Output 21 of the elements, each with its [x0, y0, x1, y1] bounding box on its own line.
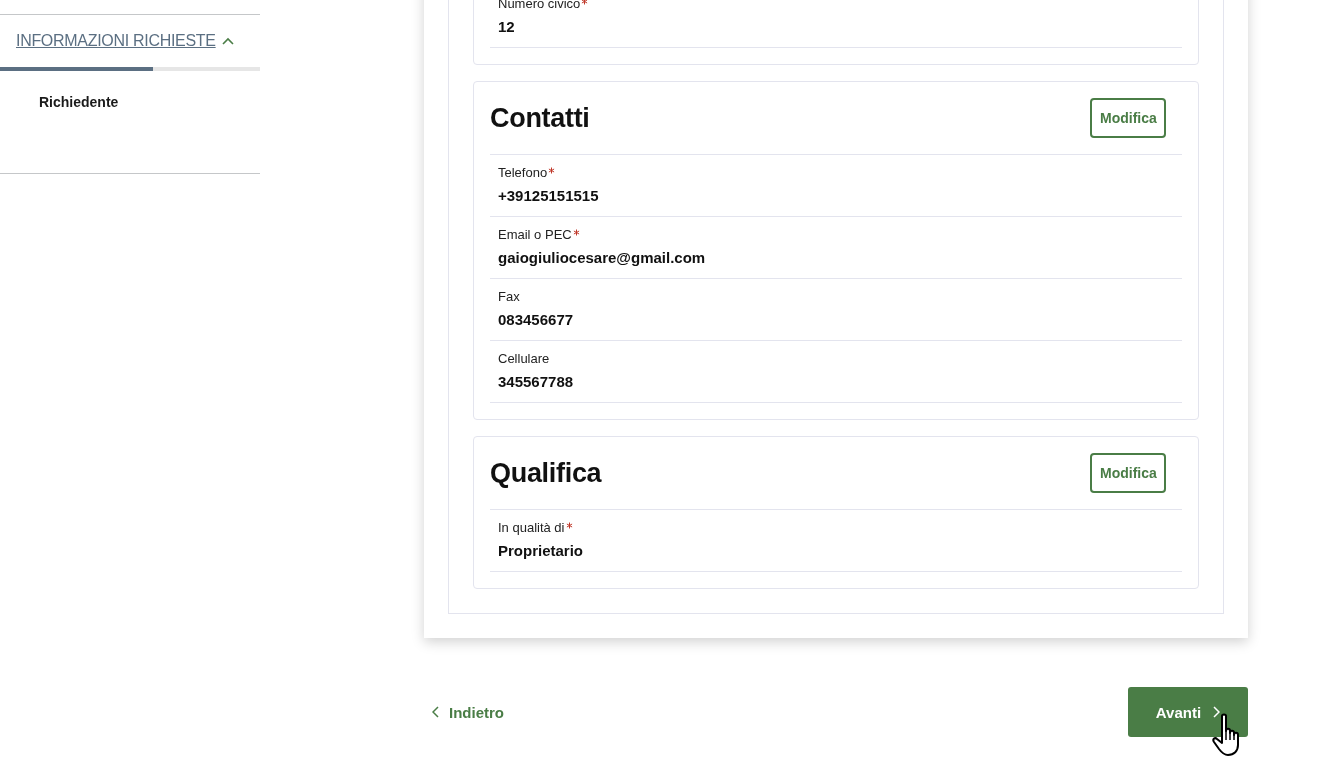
field-label: Cellulare — [498, 351, 550, 366]
section-title: Qualifica — [490, 457, 602, 489]
field-value: 345567788 — [498, 373, 575, 392]
field-label: In qualità di — [498, 520, 565, 535]
field-value: Proprietario — [498, 542, 585, 561]
edit-button[interactable]: Modifica — [1090, 98, 1166, 138]
edit-button[interactable]: Modifica — [1090, 453, 1166, 493]
back-button[interactable]: Indietro — [424, 703, 504, 721]
section-title: Contatti — [490, 102, 590, 134]
field-value: 083456677 — [498, 311, 575, 330]
field-value: +39125151515 — [498, 187, 600, 206]
field-label: Email o PEC — [498, 227, 572, 242]
section-link[interactable]: INFORMAZIONI RICHIESTE — [16, 32, 216, 50]
field-value: gaiogiuliocesare@gmail.com — [498, 249, 707, 268]
sidebar-item[interactable]: Richiedente — [39, 94, 119, 110]
hand-cursor-icon — [1212, 713, 1242, 757]
field-label: Telefono — [498, 165, 548, 180]
chevron-right-icon — [1213, 706, 1221, 718]
chevron-left-icon — [432, 706, 439, 718]
field-label: Fax — [498, 289, 520, 304]
field-value: 12 — [498, 18, 516, 37]
